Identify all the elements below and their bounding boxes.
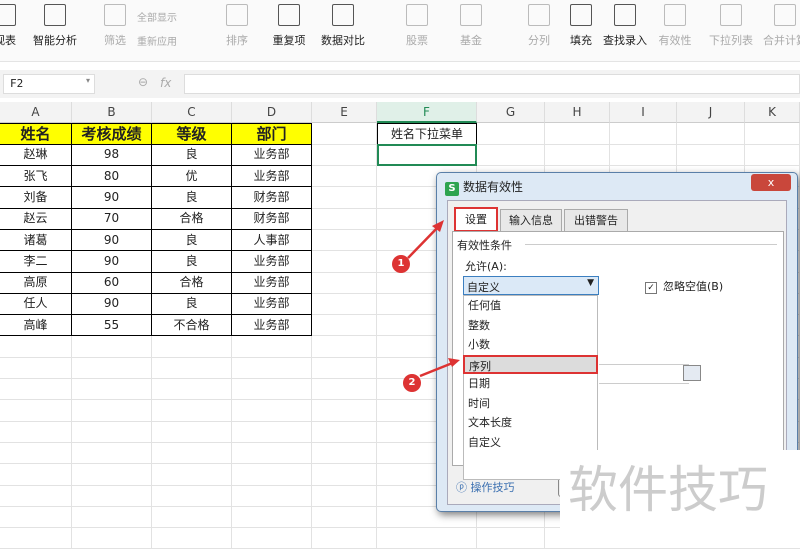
watermark: 软件技巧 [560, 450, 800, 548]
